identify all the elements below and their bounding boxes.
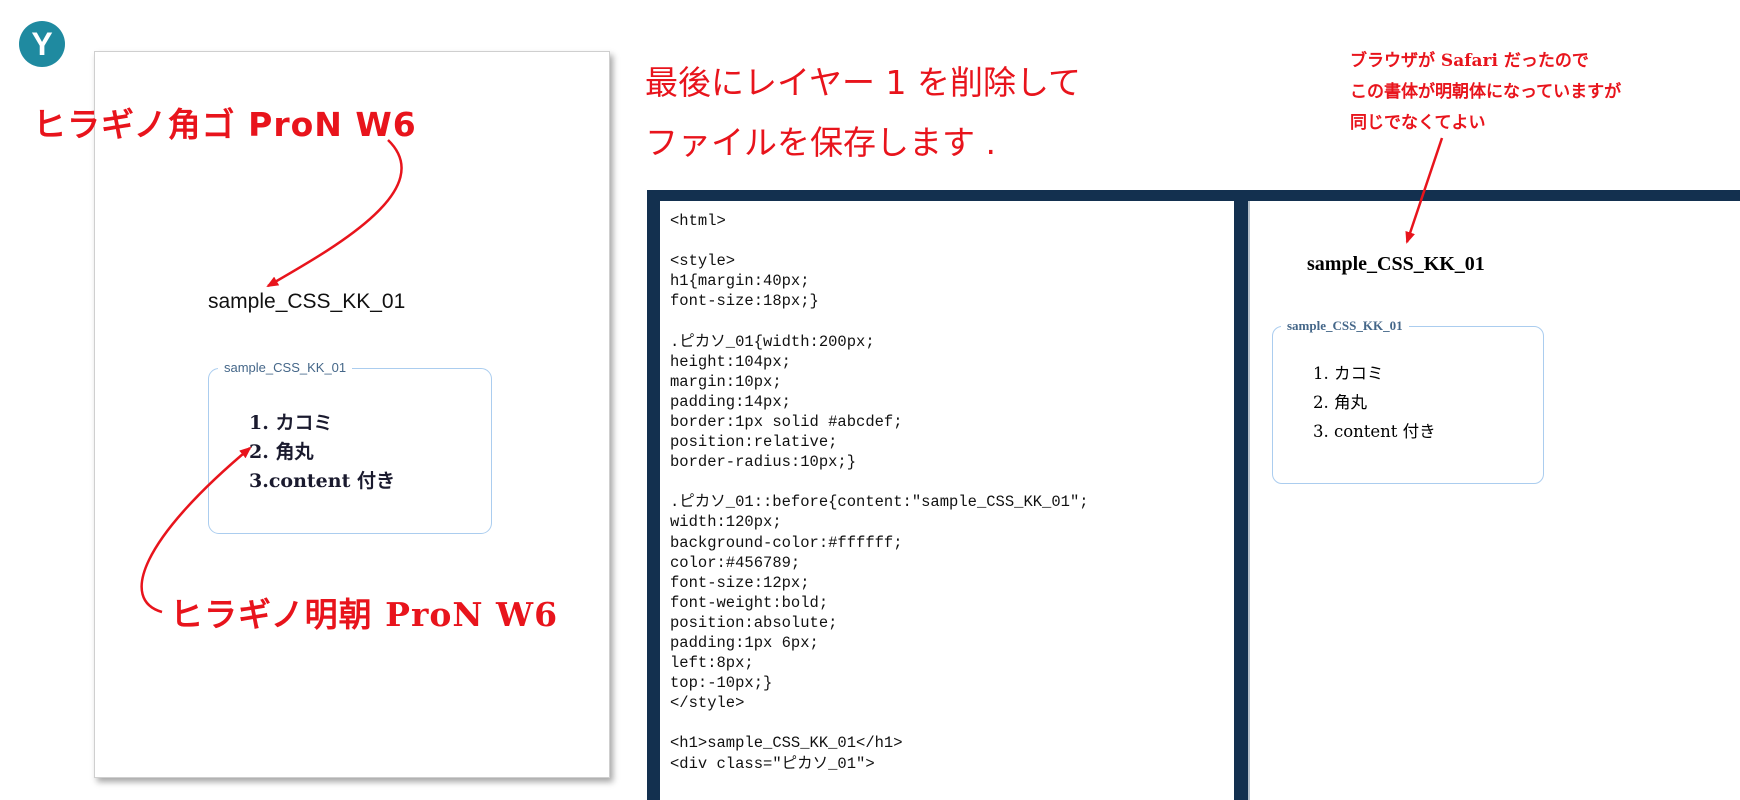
instruction-text: 最後にレイヤー 1 を削除して ファイルを保存します . xyxy=(645,53,1081,173)
code-line: .ピカソ_01::before{content:"sample_CSS_KK_0… xyxy=(670,493,1089,512)
code-line: position:absolute; xyxy=(670,613,838,632)
code-line: height:104px; xyxy=(670,352,791,371)
page-box: sample_CSS_KK_01 1. カコミ 2. 角丸 3.content … xyxy=(208,359,492,534)
instruction-line: 最後にレイヤー 1 を削除して xyxy=(645,63,1081,102)
code-lines: <html> <style> h1{margin:40px; font-size:18… xyxy=(660,201,1234,784)
safari-note-line: この書体が明朝体になっていますが xyxy=(1350,82,1622,102)
code-line: </style> xyxy=(670,694,745,713)
safari-note-line: 同じでなくてよい xyxy=(1350,113,1486,133)
preview-list-item: 1. カコミ xyxy=(1313,364,1384,383)
code-line: <html> xyxy=(670,212,726,230)
code-line: font-size:18px;} xyxy=(670,292,819,311)
code-line: <h1>sample_CSS_KK_01</h1> xyxy=(670,734,903,753)
mincho-font-annotation: ヒラギノ明朝 ProN W6 xyxy=(170,595,559,634)
code-line: border:1px solid #abcdef; xyxy=(670,412,903,431)
gothic-font-annotation: ヒラギノ角ゴ ProN W6 xyxy=(33,105,417,144)
code-line: .ピカソ_01{width:200px; xyxy=(670,332,875,351)
page-list: 1. カコミ 2. 角丸 3.content 付き xyxy=(249,409,395,496)
safari-note-line: ブラウザが Safari だったので xyxy=(1350,51,1589,71)
instruction-line: ファイルを保存します . xyxy=(645,123,996,162)
code-line: border-radius:10px;} xyxy=(670,453,857,472)
page-list-item: 1. カコミ xyxy=(249,412,333,434)
code-line: position:relative; xyxy=(670,433,838,452)
page-heading: sample_CSS_KK_01 xyxy=(208,290,406,313)
page-box-label: sample_CSS_KK_01 xyxy=(218,359,353,376)
safari-note: ブラウザが Safari だったので この書体が明朝体になっていますが 同じでな… xyxy=(1350,46,1621,139)
preview-box-label: sample_CSS_KK_01 xyxy=(1281,317,1409,335)
code-line: padding:14px; xyxy=(670,392,791,411)
code-line: margin:10px; xyxy=(670,372,782,391)
preview-heading: sample_CSS_KK_01 xyxy=(1307,253,1485,275)
code-line: font-weight:bold; xyxy=(670,593,829,612)
code-line: width:120px; xyxy=(670,513,782,532)
preview-box: sample_CSS_KK_01 1. カコミ 2. 角丸 3. content… xyxy=(1272,317,1544,484)
preview-list-item: 3. content 付き xyxy=(1313,422,1436,441)
code-line: background-color:#ffffff; xyxy=(670,533,903,552)
code-line: <style> xyxy=(670,252,736,271)
code-line: <div class="ピカソ_01"> xyxy=(670,754,875,773)
code-line: top:-10px;} xyxy=(670,674,773,693)
page-list-item: 3.content 付き xyxy=(249,470,395,492)
code-line: font-size:12px; xyxy=(670,573,810,592)
code-panel[interactable]: <html> <style> h1{margin:40px; font-size:18… xyxy=(660,201,1234,800)
preview-panel: sample_CSS_KK_01 sample_CSS_KK_01 1. カコミ… xyxy=(1248,201,1740,800)
page-list-item: 2. 角丸 xyxy=(249,441,314,463)
preview-list: 1. カコミ 2. 角丸 3. content 付き xyxy=(1313,359,1436,446)
y-logo-icon: Y xyxy=(19,21,65,67)
code-line: left:8px; xyxy=(670,654,754,673)
code-line: padding:1px 6px; xyxy=(670,633,819,652)
code-line: h1{margin:40px; xyxy=(670,272,810,291)
preview-list-item: 2. 角丸 xyxy=(1313,393,1367,412)
code-line: color:#456789; xyxy=(670,553,801,572)
